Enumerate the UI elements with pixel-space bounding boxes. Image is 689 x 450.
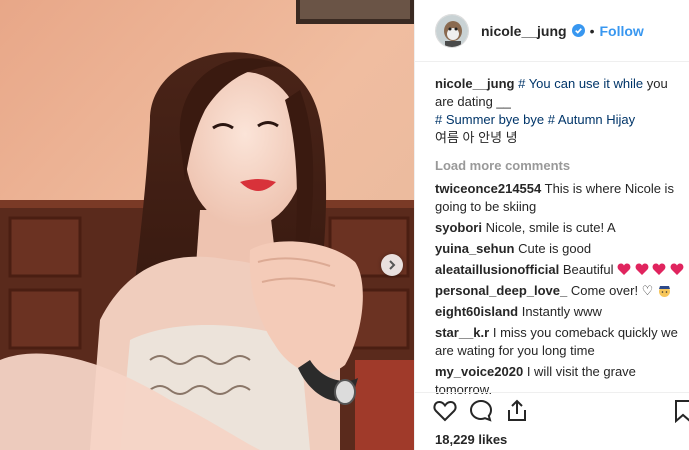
red-heart-emoji-icon: [652, 263, 666, 275]
police-officer-emoji-icon: [658, 286, 670, 297]
comment-button[interactable]: [469, 399, 493, 423]
next-photo-button[interactable]: [381, 254, 403, 276]
photo-image: [0, 0, 414, 450]
comment-username[interactable]: twiceonce214554: [435, 181, 541, 196]
comment-username[interactable]: star__k.r: [435, 325, 489, 340]
chevron-right-icon: [389, 260, 396, 270]
avatar-image: [436, 14, 468, 47]
red-heart-emoji-icon: [635, 263, 649, 275]
post-header: nicole__jung • Follow: [415, 0, 689, 62]
comment-username[interactable]: my_voice2020: [435, 364, 523, 379]
comment-username[interactable]: yuina_sehun: [435, 241, 514, 256]
post-caption: nicole__jung # You can use it while you …: [435, 75, 685, 147]
save-button[interactable]: [674, 399, 689, 423]
post-photo[interactable]: [0, 0, 414, 450]
like-button[interactable]: [433, 399, 457, 423]
comment-item: aleataillusionofficial Beautiful: [435, 261, 685, 279]
likes-count[interactable]: 18,229 likes: [435, 432, 507, 447]
post-side-panel: nicole__jung • Follow nicole__jung # You…: [414, 0, 689, 450]
share-button[interactable]: [505, 399, 529, 423]
username-link[interactable]: nicole__jung: [481, 23, 567, 39]
load-more-comments[interactable]: Load more comments: [435, 157, 685, 175]
bookmark-icon: [675, 400, 689, 423]
comment-text: Cute is good: [518, 241, 592, 256]
heart-outline-icon: [433, 400, 457, 421]
comment-username[interactable]: aleataillusionofficial: [435, 262, 559, 277]
comment-item: yuina_sehun Cute is good: [435, 240, 685, 258]
red-heart-emoji-icon: [670, 263, 684, 275]
verified-badge-icon: [571, 24, 585, 37]
comments-list: nicole__jung # You can use it while you …: [435, 75, 685, 402]
comment-username[interactable]: personal_deep_love_: [435, 283, 567, 298]
comment-text: Come over! ♡: [570, 283, 654, 298]
action-bar: [415, 392, 689, 428]
share-upload-icon: [508, 399, 526, 421]
comment-item: eight60island Instantly www: [435, 303, 685, 321]
comment-item: star__k.r I miss you comeback quickly we…: [435, 324, 685, 360]
speech-bubble-icon: [469, 399, 493, 422]
caption-part-1[interactable]: # You can use it: [518, 76, 610, 91]
caption-hashtags[interactable]: # Summer bye bye # Autumn Hijay: [435, 112, 635, 127]
comment-username[interactable]: eight60island: [435, 304, 518, 319]
comment-item: personal_deep_love_ Come over! ♡: [435, 282, 685, 300]
comment-text: Nicole, smile is cute! A: [485, 220, 616, 235]
red-heart-emoji-icon: [617, 263, 631, 275]
caption-username[interactable]: nicole__jung: [435, 76, 514, 91]
separator-dot: •: [589, 22, 595, 39]
comment-item: syobori Nicole, smile is cute! A: [435, 219, 685, 237]
comment-text: Beautiful: [562, 262, 614, 277]
follow-button[interactable]: Follow: [599, 23, 643, 39]
avatar[interactable]: [435, 13, 469, 48]
comment-username[interactable]: syobori: [435, 220, 482, 235]
comment-item: twiceonce214554 This is where Nicole is …: [435, 180, 685, 216]
caption-korean: 여름 아 안녕 녕: [435, 130, 518, 145]
caption-part-2[interactable]: while: [614, 76, 644, 91]
comment-text: Instantly www: [521, 304, 602, 319]
